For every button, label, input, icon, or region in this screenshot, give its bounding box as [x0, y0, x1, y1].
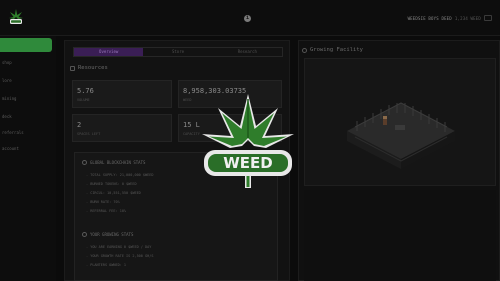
- stat-line: - BURN RATE: 70%: [86, 200, 120, 204]
- account-balance: 1,234 WEED: [454, 15, 481, 21]
- sidebar: shop lore mining deck referrals account: [0, 36, 56, 281]
- resource-card-volume: 5.76 VOLUME: [72, 80, 172, 108]
- info-icon[interactable]: i: [244, 15, 251, 22]
- global-stats-heading: GLOBAL BLOCKCHAIN STATS: [82, 160, 145, 165]
- wallet-icon[interactable]: [484, 15, 492, 21]
- stat-line: - BURNED TOKENS: 0 $WEED: [86, 182, 137, 186]
- your-stats-heading: YOUR GROWING STATS: [82, 232, 133, 237]
- resources-icon: [70, 65, 75, 71]
- tab-research[interactable]: Research: [213, 48, 282, 56]
- stat-line: - YOU ARE EARNING 0 $WEED / DAY: [86, 245, 152, 249]
- account-area[interactable]: WEEDSIE BOYS DEED 1,234 WEED: [408, 15, 492, 21]
- resource-value: 2: [77, 121, 82, 129]
- facility-heading: Growing Facility: [302, 47, 363, 53]
- resource-card-spaces: 2 SPACES LEFT: [72, 114, 172, 142]
- sidebar-item-home[interactable]: [0, 38, 52, 52]
- stat-line: - PLANTERS OWNED: 1: [86, 263, 127, 267]
- resources-title: Resources: [78, 65, 108, 71]
- sidebar-item-label: deck: [2, 114, 12, 119]
- sidebar-item-mining[interactable]: mining: [0, 92, 52, 106]
- globe-icon: [82, 160, 87, 165]
- stat-line: - YOUR GROWTH RATE IS 2,500 GH/S: [86, 254, 154, 258]
- facility-viewport[interactable]: [304, 58, 496, 186]
- sidebar-item-deck[interactable]: deck: [0, 110, 52, 124]
- global-stats-title: GLOBAL BLOCKCHAIN STATS: [90, 160, 146, 165]
- facility-title: Growing Facility: [310, 47, 363, 53]
- sidebar-item-account[interactable]: account: [0, 142, 52, 156]
- stat-line: - REFERRAL FEE: 10%: [86, 209, 127, 213]
- weed-logo-icon[interactable]: [8, 8, 24, 26]
- sidebar-item-label: lore: [2, 78, 12, 83]
- tab-bar: Overview Store Research: [73, 47, 283, 57]
- sidebar-item-shop[interactable]: shop: [0, 56, 52, 70]
- sidebar-item-label: mining: [2, 96, 17, 101]
- resource-value: 5.76: [77, 87, 94, 95]
- tab-overview[interactable]: Overview: [74, 48, 144, 56]
- account-name: WEEDSIE BOYS DEED: [407, 15, 452, 21]
- weed-overlay-logo: WEED: [202, 94, 294, 188]
- top-bar: i WEEDSIE BOYS DEED 1,234 WEED: [0, 0, 500, 36]
- sidebar-item-label: account: [2, 146, 19, 151]
- facility-scene: [347, 102, 455, 169]
- your-stats-title: YOUR GROWING STATS: [90, 232, 134, 237]
- sidebar-item-lore[interactable]: lore: [0, 74, 52, 88]
- resource-label: WEED: [183, 98, 192, 102]
- resource-label: VOLUME: [77, 98, 90, 102]
- tab-store[interactable]: Store: [143, 48, 212, 56]
- sidebar-item-label: shop: [2, 60, 12, 65]
- sprout-icon: [82, 232, 87, 237]
- resource-label: SPACES LEFT: [77, 132, 101, 136]
- stat-line: - TOTAL SUPPLY: 21,000,000 $WEED: [86, 173, 154, 177]
- resources-heading: Resources: [70, 65, 108, 71]
- logo-text: WEED: [223, 154, 273, 172]
- facility-lower-area: [304, 190, 496, 281]
- sidebar-item-referrals[interactable]: referrals: [0, 126, 52, 140]
- facility-icon: [302, 47, 307, 53]
- sidebar-item-label: referrals: [2, 130, 24, 135]
- stat-line: - CIRCUL: 10,551,550 $WEED: [86, 191, 141, 195]
